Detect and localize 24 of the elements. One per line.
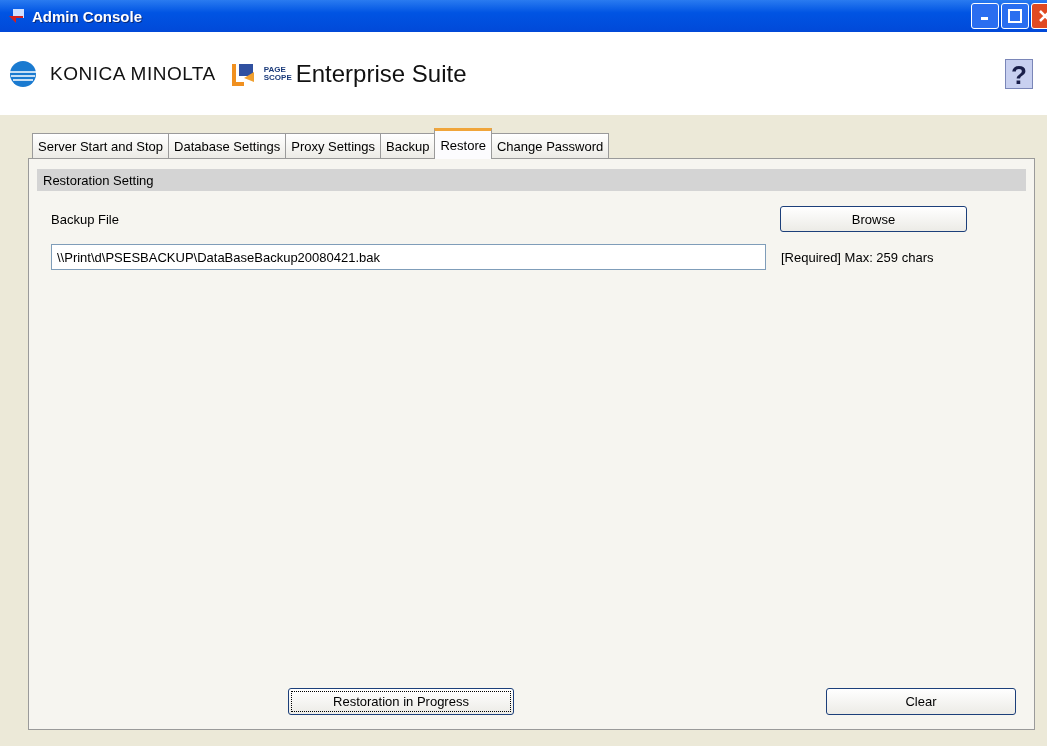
minimize-button[interactable] <box>971 3 999 29</box>
restoration-button[interactable]: Restoration in Progress <box>288 688 514 715</box>
logo-text-top: PAGE <box>263 65 287 74</box>
logo-text-bottom: SCOPE <box>263 73 292 82</box>
field-hint: [Required] Max: 259 chars <box>781 249 934 265</box>
window-title: Admin Console <box>32 7 142 25</box>
browse-button[interactable]: Browse <box>780 206 967 232</box>
tab[interactable]: Backup <box>380 133 436 158</box>
clear-button[interactable]: Clear <box>826 688 1016 715</box>
maximize-icon <box>1008 9 1022 23</box>
maximize-button[interactable] <box>1001 3 1029 29</box>
help-button[interactable]: ? <box>1005 58 1033 89</box>
field-label: Backup File <box>51 211 120 227</box>
backup-file-field[interactable]: \\Print\d\PSESBACKUP\DataBaseBackup20080421.bak <box>51 244 766 270</box>
brand-name: KONICA MINOLTA <box>50 62 216 85</box>
tab[interactable]: Restore <box>434 128 492 159</box>
app-icon <box>8 7 26 25</box>
tab[interactable]: Database Settings <box>168 133 287 158</box>
section-header: Restoration Setting <box>37 169 1026 191</box>
product-name: Enterprise Suite <box>295 59 467 88</box>
tab[interactable]: Proxy Settings <box>285 133 382 158</box>
globe-logo-icon <box>10 60 36 87</box>
tab[interactable]: Change Password <box>491 133 610 158</box>
tab[interactable]: Server Start and Stop <box>32 133 169 158</box>
